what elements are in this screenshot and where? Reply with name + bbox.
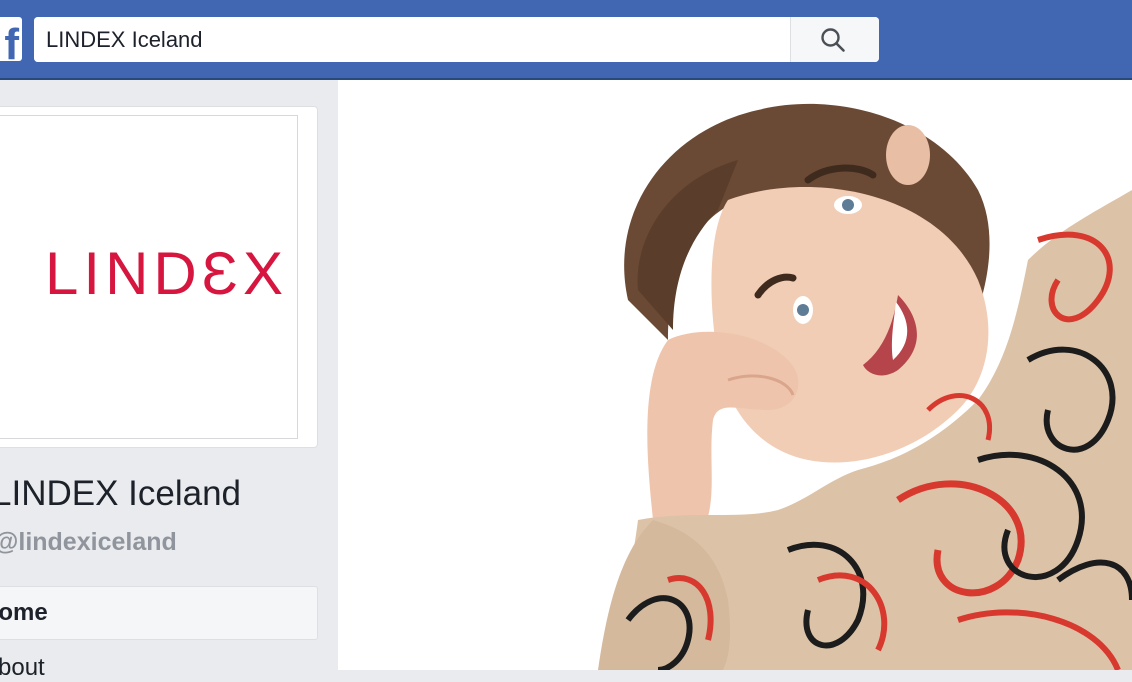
facebook-logo-icon[interactable]: f [0, 17, 22, 61]
cover-photo[interactable] [338, 80, 1132, 670]
lindex-logo: LINDƐX [45, 240, 288, 307]
sidebar-item-home[interactable]: Home [0, 586, 318, 640]
page-username[interactable]: @lindexiceland [0, 528, 177, 557]
search-icon [821, 28, 845, 52]
page-title[interactable]: LINDEX Iceland [0, 474, 241, 514]
left-column: LINDƐX [0, 82, 338, 670]
cover-photo-image [338, 80, 1132, 670]
facebook-logo-letter: f [4, 20, 19, 62]
sidebar-item-about[interactable]: About [0, 654, 45, 682]
top-navigation-bar: f [0, 0, 1132, 80]
sidebar-item-label: Home [0, 599, 48, 626]
search-input[interactable] [34, 17, 790, 62]
profile-picture[interactable]: LINDƐX [0, 115, 298, 439]
search-button[interactable] [790, 17, 879, 62]
search-bar [34, 17, 879, 62]
profile-picture-frame: LINDƐX [0, 106, 318, 448]
